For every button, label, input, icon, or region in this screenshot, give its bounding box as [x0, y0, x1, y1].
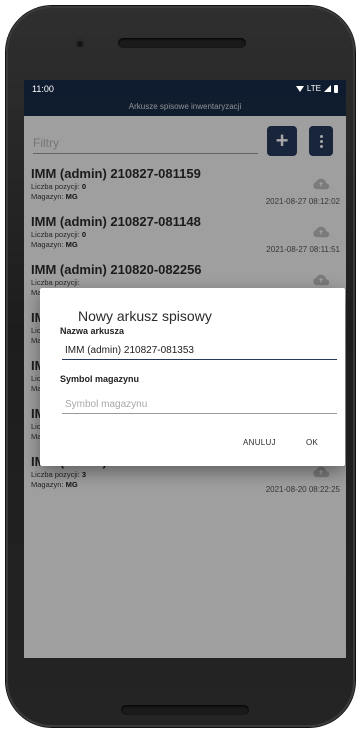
sheet-name-input[interactable] — [62, 342, 337, 360]
earpiece-speaker — [118, 38, 246, 48]
symbol-field-label: Symbol magazynu — [60, 374, 140, 384]
wifi-icon — [295, 85, 304, 92]
signal-icon — [324, 85, 331, 92]
camera-icon — [75, 39, 85, 49]
new-sheet-dialog: Nowy arkusz spisowy Nazwa arkusza Symbol… — [40, 288, 345, 466]
battery-icon — [334, 84, 338, 93]
screen: 11:00 LTE Arkusze spisowe inwentaryzacji… — [24, 80, 346, 658]
network-type: LTE — [306, 84, 321, 93]
name-field-label: Nazwa arkusza — [60, 326, 125, 336]
status-bar: 11:00 LTE — [24, 80, 346, 97]
ok-button[interactable]: OK — [306, 438, 318, 447]
warehouse-symbol-input[interactable] — [62, 396, 337, 414]
status-time: 11:00 — [32, 83, 54, 94]
cancel-button[interactable]: ANULUJ — [243, 438, 276, 447]
dialog-title: Nowy arkusz spisowy — [78, 308, 212, 324]
status-icons: LTE — [295, 84, 338, 93]
bottom-speaker — [121, 705, 249, 715]
